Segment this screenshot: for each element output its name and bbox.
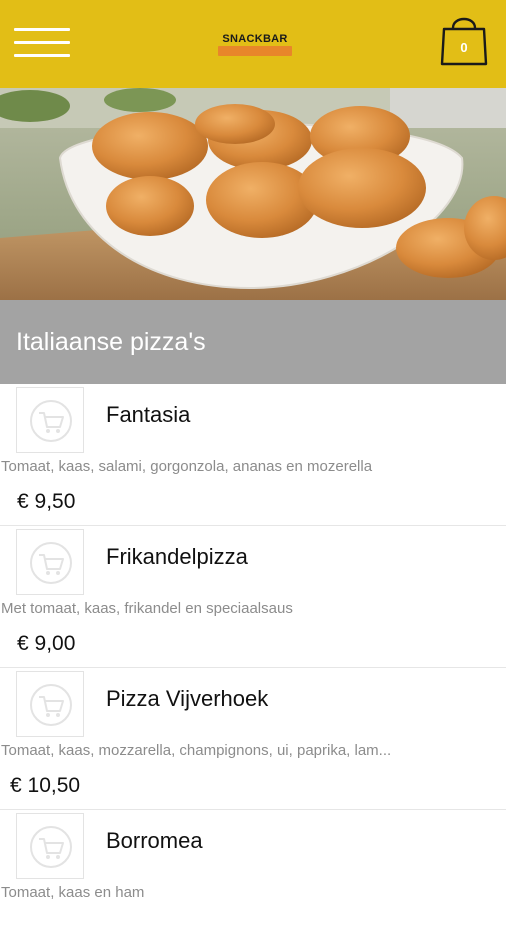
product-description: Tomaat, kaas en ham <box>1 884 145 901</box>
product-description: Tomaat, kaas, salami, gorgonzola, ananas… <box>1 458 373 475</box>
product-item[interactable]: Fantasia Tomaat, kaas, salami, gorgonzol… <box>0 384 506 526</box>
shopping-cart-icon <box>30 684 72 726</box>
snackbar-logo[interactable]: SNACKBAR <box>218 33 292 57</box>
cart-count-badge: 0 <box>460 40 468 55</box>
shopping-cart-icon <box>30 400 72 442</box>
shopping-cart-icon <box>30 826 72 868</box>
product-price: € 9,00 <box>17 632 76 655</box>
menu-icon[interactable] <box>14 26 72 60</box>
category-header: Italiaanse pizza's <box>0 300 506 384</box>
logo-text: SNACKBAR <box>222 33 288 45</box>
product-item[interactable]: Frikandelpizza Met tomaat, kaas, frikand… <box>0 526 506 668</box>
product-name: Pizza Vijverhoek <box>106 686 269 711</box>
product-price: € 9,50 <box>17 490 76 513</box>
hero-image <box>0 88 506 300</box>
product-thumbnail[interactable] <box>16 529 84 595</box>
product-thumbnail[interactable] <box>16 671 84 737</box>
product-item[interactable]: Pizza Vijverhoek Tomaat, kaas, mozzarell… <box>0 668 506 810</box>
app-header: SNACKBAR 0 <box>0 0 506 88</box>
shopping-cart-icon <box>30 542 72 584</box>
product-thumbnail[interactable] <box>16 387 84 453</box>
product-name: Borromea <box>106 828 203 853</box>
logo-accent-band <box>218 46 292 56</box>
product-thumbnail[interactable] <box>16 813 84 879</box>
product-description: Tomaat, kaas, mozzarella, champignons, u… <box>1 742 392 759</box>
product-name: Fantasia <box>106 402 191 427</box>
product-description: Met tomaat, kaas, frikandel en speciaals… <box>1 600 293 617</box>
product-list: Fantasia Tomaat, kaas, salami, gorgonzol… <box>0 384 506 951</box>
product-name: Frikandelpizza <box>106 544 248 569</box>
product-item[interactable]: Borromea Tomaat, kaas en ham <box>0 810 506 951</box>
cart-button[interactable]: 0 <box>438 12 490 68</box>
product-price: € 10,50 <box>10 774 81 797</box>
category-title: Italiaanse pizza's <box>16 328 206 356</box>
